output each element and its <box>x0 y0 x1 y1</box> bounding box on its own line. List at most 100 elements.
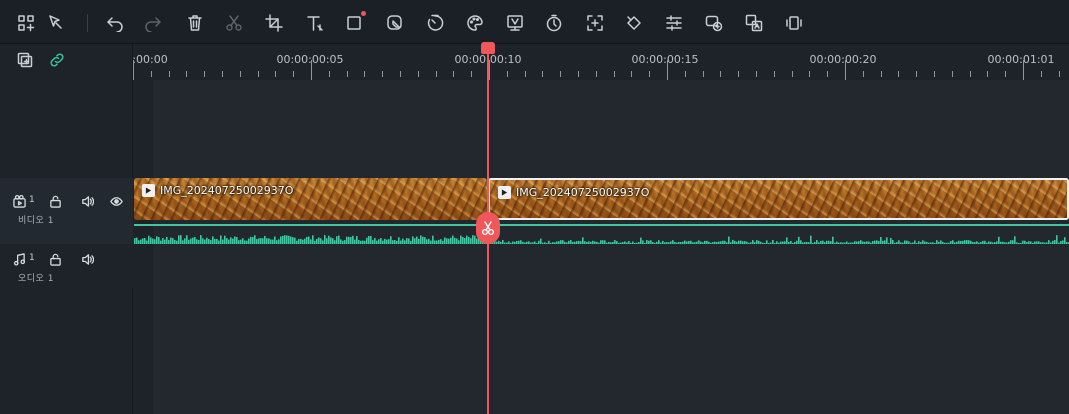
waveform-bar <box>280 236 282 244</box>
waveform-bar <box>340 239 342 244</box>
waveform-bar <box>956 241 958 244</box>
waveform-bar <box>736 241 738 244</box>
redo-icon[interactable] <box>142 12 164 34</box>
delete-icon[interactable] <box>184 12 206 34</box>
waveform-bar <box>548 240 550 244</box>
waveform-bar <box>186 235 188 244</box>
volume-icon[interactable] <box>80 194 94 208</box>
audio-waveform[interactable] <box>134 226 1069 244</box>
waveform-bar <box>616 241 618 244</box>
waveform-bar <box>592 240 594 244</box>
waveform-bar <box>556 241 558 244</box>
ruler-tick <box>827 71 829 77</box>
waveform-bar <box>194 236 196 244</box>
waveform-bar <box>320 238 322 244</box>
waveform-bar <box>374 238 376 244</box>
video-clip[interactable]: IMG_20240725002937O <box>134 178 487 220</box>
waveform-bar <box>134 238 136 244</box>
play-icon <box>142 184 155 197</box>
waveform-bar <box>314 240 316 244</box>
lock-icon[interactable] <box>48 194 62 208</box>
waveform-bar <box>358 239 360 244</box>
waveform-bar <box>204 239 206 244</box>
ruler-tick <box>257 71 259 77</box>
video-clip-selected[interactable]: IMG_20240725002937O <box>488 178 1069 220</box>
translate-icon[interactable] <box>743 12 765 34</box>
timer-icon[interactable] <box>543 12 565 34</box>
waveform-bar <box>170 237 172 244</box>
waveform-bar <box>148 235 150 244</box>
waveform-bar <box>790 241 792 244</box>
waveform-bar <box>974 241 976 244</box>
waveform-bar <box>714 241 716 244</box>
keyframe-icon[interactable] <box>623 12 645 34</box>
select-tool-icon[interactable] <box>45 12 67 34</box>
audio-volume-icon[interactable] <box>80 252 94 266</box>
waveform-bar <box>1038 241 1040 244</box>
waveform-bar <box>1064 237 1066 244</box>
ruler-tick <box>328 71 330 77</box>
waveform-bar <box>452 235 454 244</box>
shape-icon[interactable] <box>344 11 366 34</box>
speed-icon[interactable] <box>424 12 446 34</box>
waveform-bar <box>648 240 650 244</box>
ai-tool-icon[interactable] <box>504 12 526 34</box>
waveform-bar <box>652 242 654 244</box>
waveform-bar <box>388 239 390 244</box>
waveform-bar <box>692 242 694 244</box>
waveform-bar <box>328 235 330 244</box>
ruler-tick <box>845 60 846 80</box>
waveform-bar <box>174 239 176 244</box>
waveform-bar <box>408 238 410 244</box>
waveform-bar <box>1012 240 1014 244</box>
cut-icon[interactable] <box>223 12 245 34</box>
waveform-bar <box>600 240 602 244</box>
waveform-bar <box>926 241 928 244</box>
adjust-icon[interactable] <box>663 12 685 34</box>
waveform-bar <box>238 240 240 244</box>
crop-icon[interactable] <box>263 12 285 34</box>
timeline-area[interactable]: IMG_20240725002937O IMG_20240725002937O <box>133 80 1069 414</box>
waveform-bar <box>916 242 918 244</box>
layout-icon[interactable] <box>15 12 37 34</box>
zoom-frame-icon[interactable] <box>584 12 606 34</box>
ruler-tick <box>471 71 473 77</box>
empty-track-area[interactable] <box>133 80 1069 178</box>
waveform-bar <box>890 237 892 244</box>
waveform-bar <box>404 240 406 244</box>
mask-icon[interactable] <box>384 12 406 34</box>
audio-lock-icon[interactable] <box>48 252 62 266</box>
speech-to-text-icon[interactable] <box>703 12 725 34</box>
waveform-bar <box>470 238 472 244</box>
color-palette-icon[interactable] <box>464 12 486 34</box>
text-icon[interactable] <box>304 12 326 34</box>
waveform-bar <box>940 240 942 244</box>
waveform-bar <box>294 237 296 244</box>
waveform-bar <box>930 242 932 244</box>
add-track-icon[interactable] <box>16 51 34 69</box>
waveform-bar <box>816 240 818 244</box>
waveform-bar <box>324 235 326 244</box>
waveform-bar <box>208 239 210 244</box>
auto-reframe-icon[interactable] <box>783 12 805 34</box>
waveform-bar <box>986 242 988 244</box>
ruler-tick <box>720 71 722 77</box>
waveform-bar <box>850 242 852 244</box>
eye-icon[interactable] <box>109 194 123 208</box>
waveform-bar <box>336 236 338 244</box>
waveform-bar <box>342 240 344 244</box>
waveform-bar <box>468 236 470 244</box>
waveform-bar <box>828 240 830 244</box>
undo-icon[interactable] <box>104 12 126 34</box>
waveform-bar <box>180 235 182 244</box>
waveform-bar <box>752 240 754 244</box>
split-scissors-button[interactable] <box>476 212 500 244</box>
waveform-bar <box>240 239 242 244</box>
time-ruler[interactable]: :00:00 00:00:00:05 00:00:00:10 00:00:00:… <box>132 44 1069 80</box>
waveform-bar <box>1060 240 1062 244</box>
waveform-bar <box>234 236 236 244</box>
waveform-bar <box>1028 241 1030 244</box>
waveform-bar <box>942 241 944 244</box>
ruler-tick <box>346 71 348 77</box>
link-icon[interactable] <box>48 51 66 69</box>
